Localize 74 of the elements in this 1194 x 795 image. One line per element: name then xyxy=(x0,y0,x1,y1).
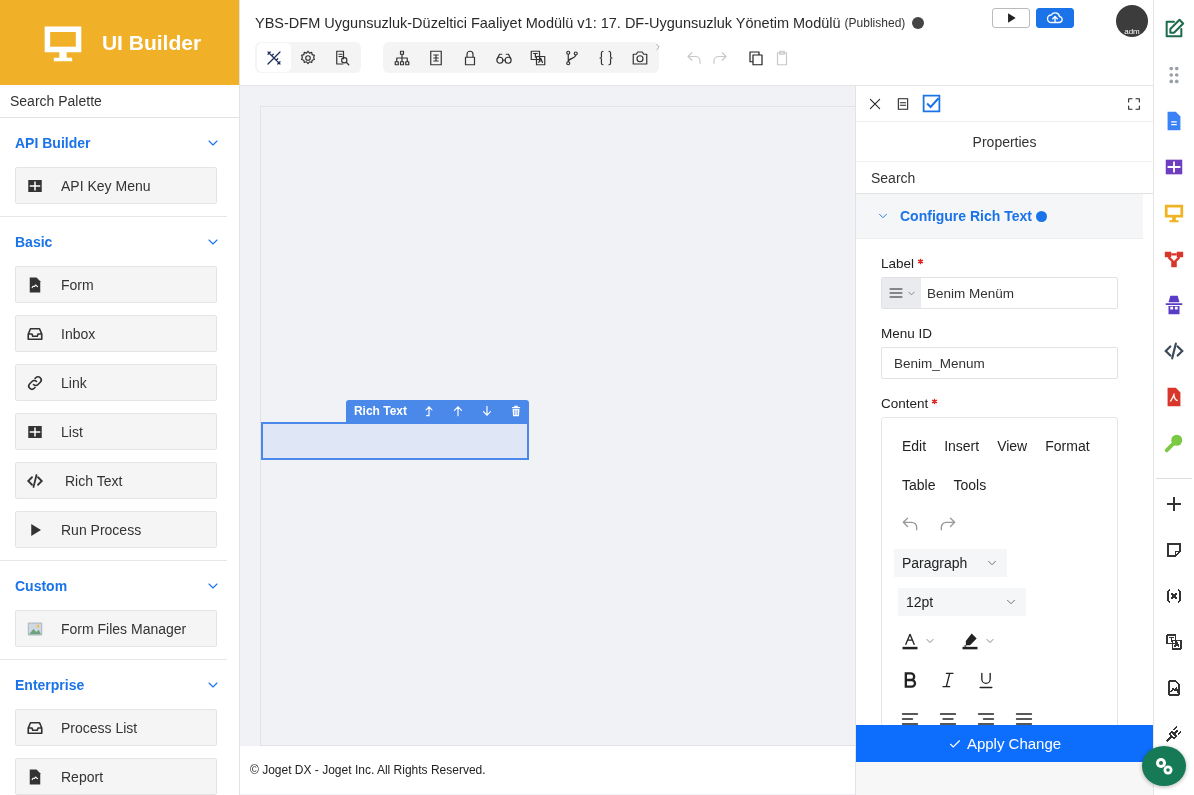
avatar[interactable]: adm xyxy=(1116,5,1148,37)
palette-item[interactable]: Link xyxy=(15,364,217,401)
note-icon[interactable] xyxy=(1165,541,1183,559)
user-label: adm xyxy=(1124,27,1140,37)
justify-icon xyxy=(888,285,904,301)
palette-item[interactable]: Inbox xyxy=(15,315,217,352)
section-header[interactable]: Configure Rich Text xyxy=(856,194,1143,238)
palette-item[interactable]: API Key Menu xyxy=(15,167,217,204)
palette-item[interactable]: Form xyxy=(15,266,217,303)
camera-icon xyxy=(631,48,649,67)
arrow-down-icon[interactable] xyxy=(480,404,494,418)
category-header[interactable]: API Builder xyxy=(15,118,227,167)
image-icon xyxy=(26,619,44,638)
copy-icon xyxy=(747,48,765,67)
palette-item[interactable]: Rich Text xyxy=(15,462,217,499)
rich-text-element[interactable] xyxy=(261,422,529,460)
format-select[interactable]: Paragraph xyxy=(894,548,1007,577)
app-title: UI Builder xyxy=(101,30,202,55)
info-icon[interactable] xyxy=(912,17,925,29)
document-search-icon xyxy=(333,48,351,67)
input-field[interactable]: Benim Menüm xyxy=(881,277,1118,309)
chevron-icon xyxy=(653,42,663,52)
form-icon xyxy=(427,48,445,67)
toolbar-button[interactable] xyxy=(257,43,291,72)
list-icon xyxy=(895,95,911,112)
app-name: YBS-DFM Uygunsuzluk-Düzeltici Faaliyet Modülü v1: 17. DF-Uygunsuzluk Yönetim Modülü xyxy=(255,15,841,31)
code-icon xyxy=(26,471,44,490)
branch-icon xyxy=(563,48,581,67)
fullscreen-icon xyxy=(1126,95,1142,112)
translate-icon xyxy=(529,48,547,67)
publish-button[interactable] xyxy=(1036,8,1074,28)
menu-item[interactable]: Format xyxy=(1045,426,1090,465)
link-icon xyxy=(26,373,44,392)
menu-item[interactable]: View xyxy=(997,426,1028,465)
variable-icon[interactable] xyxy=(1165,587,1183,605)
help-icon[interactable] xyxy=(1035,210,1047,222)
checkbox-icon xyxy=(920,93,942,114)
field-label: Content xyxy=(881,396,929,411)
element-label: Rich Text xyxy=(353,404,407,418)
footer-text: © Joget DX - Joget Inc. All Rights Reserved. xyxy=(240,746,855,794)
field-label: Menu ID xyxy=(881,326,933,341)
hierarchy-icon xyxy=(393,48,411,67)
image-file-icon[interactable] xyxy=(1165,679,1183,697)
apply-button[interactable]: Apply Change xyxy=(856,725,1153,762)
settings-icon xyxy=(299,48,317,67)
pencil-ruler-icon xyxy=(265,48,283,67)
menu-item[interactable]: Tools xyxy=(953,465,987,504)
category-header[interactable]: Basic xyxy=(15,217,227,266)
status-label: (Published) xyxy=(844,16,906,30)
arrow-up-icon[interactable] xyxy=(451,404,465,418)
menu-item[interactable]: Edit xyxy=(902,426,927,465)
translate-icon[interactable] xyxy=(1165,633,1183,651)
category-header[interactable]: Custom xyxy=(15,561,227,610)
menu-item[interactable]: Insert xyxy=(944,426,980,465)
field-label: Label xyxy=(881,256,915,271)
font-size-select[interactable]: 12pt xyxy=(898,587,1026,616)
category-header[interactable]: Enterprise xyxy=(15,660,227,709)
settings-button[interactable] xyxy=(1142,746,1186,786)
palette-item[interactable]: Process List xyxy=(15,709,217,746)
trash-icon[interactable] xyxy=(509,404,523,418)
edit-icon[interactable] xyxy=(1163,18,1185,40)
plug-icon[interactable] xyxy=(1165,725,1183,743)
plus-icon[interactable] xyxy=(1165,495,1183,513)
palette-item[interactable]: List xyxy=(15,413,217,450)
code-icon[interactable] xyxy=(1163,340,1185,362)
menu-dropdown[interactable] xyxy=(882,278,921,308)
palette-item[interactable]: Form Files Manager xyxy=(15,610,217,647)
menu-item[interactable]: Table xyxy=(902,465,936,504)
braces-icon xyxy=(597,48,615,67)
palette-item[interactable]: Report xyxy=(15,758,217,795)
incognito-icon[interactable] xyxy=(1163,294,1185,316)
input-field[interactable]: Benim_Menum xyxy=(881,347,1118,379)
palette-item[interactable]: Run Process xyxy=(15,511,217,548)
run-button[interactable] xyxy=(992,8,1030,28)
